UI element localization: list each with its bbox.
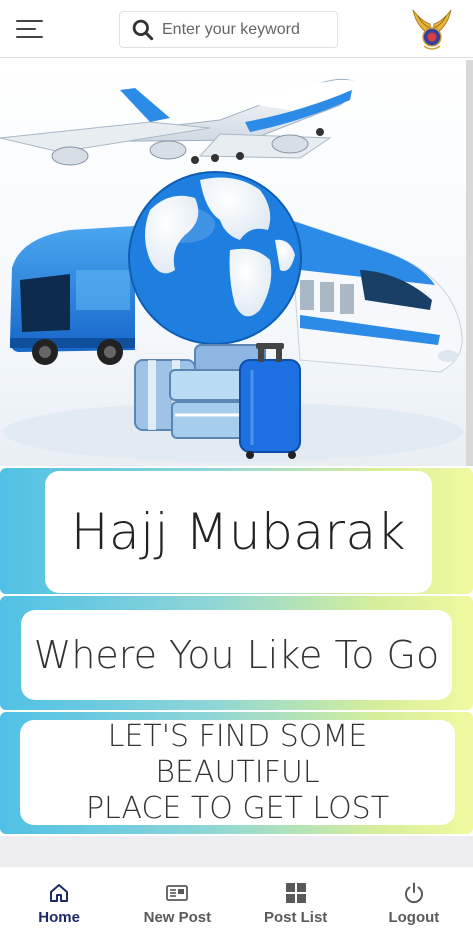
bus-illustration (10, 226, 135, 365)
new-post-icon (166, 884, 189, 901)
app-header (0, 0, 473, 58)
nav-item-post-list[interactable]: Post List (237, 867, 355, 935)
globe-illustration (128, 171, 302, 345)
nav-item-new-post[interactable]: New Post (118, 867, 236, 935)
tagline-card: LET'S FIND SOME BEAUTIFUL PLACE TO GET L… (20, 718, 455, 826)
nav-label-post-list: Post List (263, 908, 328, 926)
hero-travel-image (0, 60, 473, 466)
grid-icon (285, 882, 306, 903)
tagline-line-1: LET'S FIND SOME BEAUTIFUL (107, 718, 368, 790)
nav-item-logout[interactable]: Logout (355, 867, 473, 935)
subtitle-card: Where You Like To Go (21, 610, 452, 700)
tagline-line-2: PLACE TO GET LOST (85, 790, 390, 826)
subtitle-text: Where You Like To Go (33, 633, 440, 677)
menu-icon[interactable] (16, 18, 46, 40)
nav-label-home: Home (38, 908, 80, 926)
nav-label-new-post: New Post (143, 908, 212, 926)
home-icon (50, 883, 69, 902)
title-card: Hajj Mubarak (45, 471, 432, 593)
search-icon (132, 19, 154, 40)
nav-item-home[interactable]: Home (0, 867, 118, 935)
search-input[interactable] (162, 20, 332, 39)
nav-label-logout: Logout (388, 908, 440, 926)
content-spacer (0, 836, 473, 866)
bottom-navigation: Home New Post Post List Logout (0, 866, 473, 935)
title-text: Hajj Mubarak (70, 503, 407, 561)
app-logo (412, 9, 452, 50)
search-bar[interactable] (119, 11, 338, 48)
train-illustration (289, 219, 463, 373)
power-icon (404, 882, 423, 903)
airplane-illustration (0, 78, 358, 166)
